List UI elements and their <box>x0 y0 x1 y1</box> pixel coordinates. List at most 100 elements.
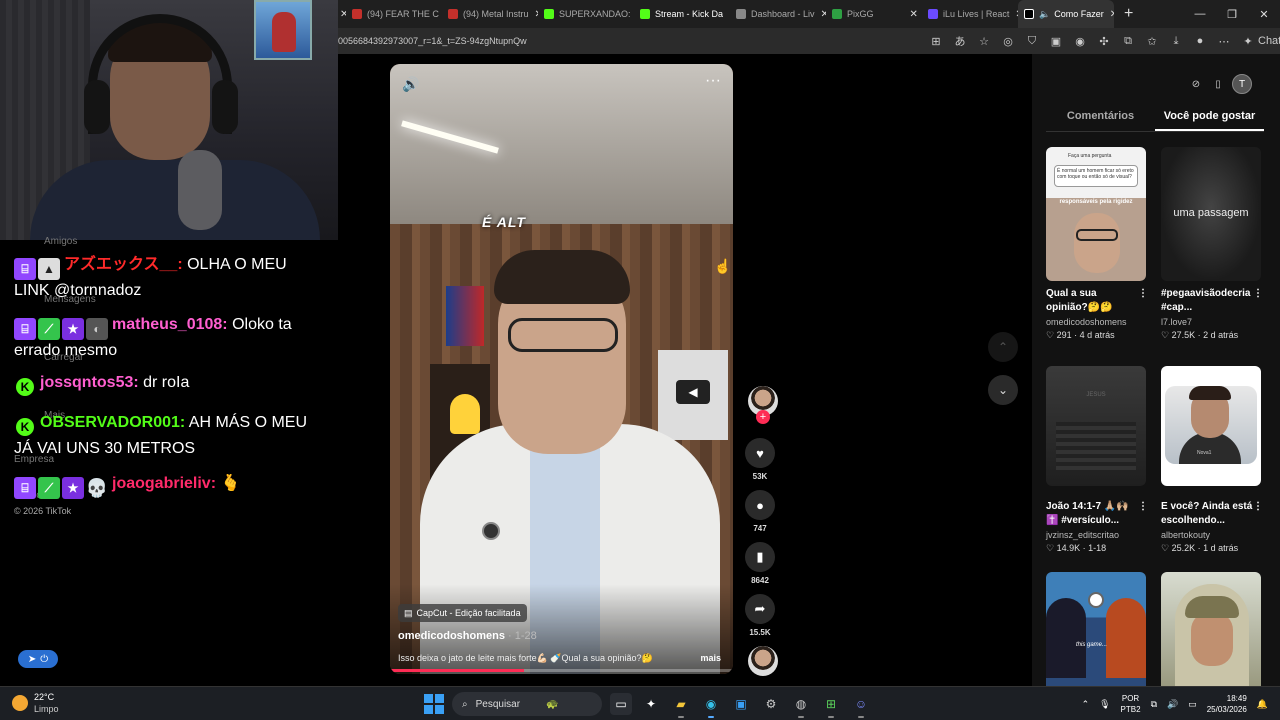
star-icon[interactable]: ☆ <box>977 35 991 48</box>
share-icon[interactable]: ➦ <box>745 594 775 624</box>
copilot-chat-button[interactable]: ✦ Chat <box>1241 35 1280 48</box>
card-author[interactable]: jvzinsz_editscritao <box>1046 530 1148 540</box>
bookmark-icon[interactable]: ▮ <box>745 542 775 572</box>
phone-icon[interactable]: ▯ <box>1210 76 1226 92</box>
recommended-video-card[interactable]: Faça uma pergunta É normal um homem fica… <box>1046 147 1148 341</box>
card-title[interactable]: Qual a sua opinião?🤔🤔 ⋮ <box>1046 287 1148 315</box>
more-options-icon[interactable]: ··· <box>705 72 721 90</box>
card-author[interactable]: l7.love7 <box>1161 317 1263 327</box>
sound-icon[interactable]: 🔊 <box>402 76 419 93</box>
card-more-icon[interactable]: ⋮ <box>1138 287 1148 301</box>
card-more-icon[interactable]: ⋮ <box>1253 500 1263 514</box>
close-icon[interactable]: ✕ <box>910 9 918 20</box>
notification-icon[interactable]: 🔔 <box>1257 699 1268 710</box>
store-icon[interactable]: ▣ <box>730 693 752 715</box>
save-action[interactable]: ▮ 8642 <box>742 542 778 585</box>
shield-icon[interactable]: ⛉ <box>1025 35 1039 48</box>
card-more-icon[interactable]: ⋮ <box>1253 287 1263 301</box>
edge-browser-icon[interactable]: ◉ <box>700 693 722 718</box>
video-progress-bar[interactable] <box>390 669 733 672</box>
obs-icon[interactable]: ◍ <box>790 693 812 718</box>
compass-icon[interactable]: ⊘ <box>1188 76 1204 92</box>
music-disc-avatar[interactable] <box>748 646 778 676</box>
video-thumbnail[interactable] <box>1161 572 1261 686</box>
next-video-button[interactable]: ⌄ <box>988 375 1018 405</box>
recommended-video-card[interactable]: JESUS João 14:1-7 🙏🏼🙌🏼 ✝️ #versículo... ⋮… <box>1046 366 1148 554</box>
chevron-up-icon[interactable]: ⌃ <box>1082 699 1090 710</box>
video-thumbnail[interactable]: this game... <box>1046 572 1146 686</box>
mic-icon[interactable]: 🎙 <box>1099 699 1110 710</box>
weather-widget[interactable]: 22°C Limpo <box>12 691 59 715</box>
copilot-icon[interactable]: ✦ <box>640 693 662 715</box>
close-window-button[interactable]: ✕ <box>1248 0 1280 28</box>
split-screen-icon[interactable]: ⧉ <box>1121 35 1135 48</box>
profile-icon[interactable]: ● <box>1193 35 1207 47</box>
minimize-button[interactable]: — <box>1184 0 1216 28</box>
creator-avatar[interactable]: + <box>748 386 778 424</box>
follow-plus-icon[interactable]: + <box>756 410 770 424</box>
browser-tab[interactable]: SUPERXANDAO:✕ <box>538 0 634 28</box>
card-title[interactable]: E você? Ainda está escolhendo... ⋮ <box>1161 500 1263 528</box>
recommended-video-card[interactable]: Nova1 E você? Ainda está escolhendo... ⋮ … <box>1161 366 1263 554</box>
recommended-video-card[interactable]: uma passagem #pegaavisãodecria #cap... ⋮ … <box>1161 147 1263 341</box>
recommended-video-card[interactable]: this game... <box>1046 572 1148 686</box>
file-explorer-icon[interactable]: ▰ <box>670 693 692 718</box>
app-toggle-button[interactable]: ➤ ⏻ <box>18 650 58 668</box>
comment-action[interactable]: ● 747 <box>742 490 778 533</box>
tab-comments[interactable]: Comentários <box>1046 110 1155 131</box>
apps-icon[interactable]: ⊞ <box>929 35 943 48</box>
card-author[interactable]: albertokouty <box>1161 530 1263 540</box>
tab-you-may-like[interactable]: Você pode gostar <box>1155 110 1264 131</box>
card-more-icon[interactable]: ⋮ <box>1138 500 1148 514</box>
extension-icon[interactable]: ▣ <box>1049 35 1063 48</box>
video-author[interactable]: omedicodoshomens · 1-28 <box>398 630 537 642</box>
browser-tab[interactable]: (94) Metal Instru✕ <box>442 0 538 28</box>
browser-tab[interactable]: iLu Lives | React✕ <box>922 0 1018 28</box>
menu-icon[interactable]: ⋯ <box>1217 35 1231 48</box>
volume-icon[interactable]: 🔊 <box>1167 699 1178 710</box>
user-avatar[interactable]: T <box>1232 74 1252 94</box>
app-icon[interactable]: ⊞ <box>820 693 842 718</box>
battery-icon[interactable]: ▭ <box>1188 699 1197 710</box>
extension-icon[interactable]: ◎ <box>1001 35 1015 48</box>
share-action[interactable]: ➦ 15.5K <box>742 594 778 637</box>
browser-tab[interactable]: (94) FEAR THE C✕ <box>346 0 442 28</box>
video-thumbnail[interactable]: JESUS <box>1046 366 1146 486</box>
browser-tab[interactable]: PixGG ✕ <box>826 0 922 28</box>
windows-start-icon[interactable] <box>424 694 444 714</box>
recommended-video-card[interactable] <box>1161 572 1263 686</box>
card-author[interactable]: omedicodoshomens <box>1046 317 1148 327</box>
task-view-icon[interactable]: ▭ <box>610 693 632 715</box>
like-action[interactable]: ♥ 53K <box>742 438 778 481</box>
card-title[interactable]: João 14:1-7 🙏🏼🙌🏼 ✝️ #versículo... ⋮ <box>1046 500 1148 528</box>
url-field[interactable]: 0056684392973007_r=1&_t=ZS-94zgNtupnQw <box>338 36 929 46</box>
heart-icon[interactable]: ♥ <box>745 438 775 468</box>
video-thumbnail[interactable]: uma passagem <box>1161 147 1261 281</box>
browser-tab-active[interactable]: 🔈 Como Fazer ✕ <box>1018 0 1114 28</box>
language-indicator[interactable]: POR PTB2 <box>1121 693 1141 715</box>
video-player[interactable]: ◀ É ALT 🔊 ··· ▤ CapCut - Edição facilitad… <box>390 64 733 674</box>
extension-icon[interactable]: ◉ <box>1073 35 1087 48</box>
comment-icon[interactable]: ● <box>745 490 775 520</box>
card-title[interactable]: #pegaavisãodecria #cap... ⋮ <box>1161 287 1263 315</box>
puzzle-icon[interactable]: ✣ <box>1097 35 1111 48</box>
taskbar-search[interactable]: ⌕ Pesquisar 🐢 <box>452 692 602 716</box>
browser-tab[interactable]: Stream - Kick Da✕ <box>634 0 730 28</box>
tab-close-prev[interactable]: ✕ <box>338 0 346 28</box>
clock[interactable]: 18:49 25/03/2026 <box>1207 693 1247 715</box>
discord-icon[interactable]: ☺ <box>850 693 872 718</box>
new-tab-button[interactable]: + <box>1124 5 1133 23</box>
browser-tab[interactable]: Dashboard - Liv ✕ <box>730 0 826 28</box>
video-thumbnail[interactable]: Nova1 <box>1161 366 1261 486</box>
previous-video-button[interactable]: ⌃ <box>988 332 1018 362</box>
more-description-button[interactable]: mais <box>700 653 721 663</box>
capcut-link[interactable]: ▤ CapCut - Edição facilitada <box>398 604 527 622</box>
favorites-icon[interactable]: ✩ <box>1145 35 1159 48</box>
maximize-button[interactable]: ❐ <box>1216 0 1248 28</box>
video-thumbnail[interactable]: Faça uma pergunta É normal um homem fica… <box>1046 147 1146 281</box>
steam-icon[interactable]: ⚙ <box>760 693 782 715</box>
close-icon[interactable]: ✕ <box>1110 9 1114 20</box>
download-icon[interactable]: ⤓ <box>1169 35 1183 48</box>
translate-icon[interactable]: あ <box>953 33 967 49</box>
network-icon[interactable]: ⧉ <box>1151 699 1157 710</box>
